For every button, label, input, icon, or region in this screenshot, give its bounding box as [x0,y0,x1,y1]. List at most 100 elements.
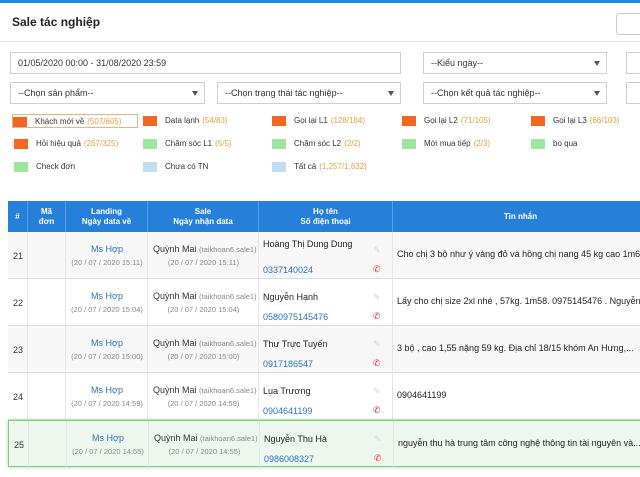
chevron-down-icon [192,91,198,96]
sale-name: Quỳnh Mai [153,385,197,395]
edit-icon[interactable]: ✎ [373,293,382,302]
table-row[interactable]: 23 Ms Hợp (20 / 07 / 2020 15:00) Quỳnh Ma… [8,326,640,373]
corner-button[interactable] [616,13,640,35]
landing-name[interactable]: Ms Hợp [67,433,149,443]
row-order-code [28,279,66,326]
table-row-selected[interactable]: 25 Ms Hợp (20 / 07 / 2020 14:55) Quỳnh Ma… [8,420,640,468]
legend-label: Hỏi hiệu quả [36,139,81,148]
phone-icon[interactable]: ✆ [373,312,382,321]
legend-count: (2/2) [344,139,361,148]
legend-count: (267/325) [83,139,119,148]
legend-swatch [13,117,27,127]
chevron-down-icon [594,61,600,66]
row-message: nguyễn thu hà trung tâm công nghệ thông … [394,421,640,468]
legend-swatch [402,139,416,149]
col-name[interactable]: Họ tên Số điện thoại [259,201,393,232]
col-message-label: Tin nhắn [503,211,538,221]
sale-name: Quỳnh Mai [153,338,197,348]
col-index-label: # [15,211,20,221]
edit-icon[interactable]: ✎ [373,246,382,255]
legend-label: Gọi lại L1 [294,116,328,125]
customer-name: Nguyễn Hạnh [263,292,319,302]
customer-name: Nguyễn Thu Hà [264,434,327,444]
sale-name: Quỳnh Mai [154,433,198,443]
row-landing: Ms Hợp (20 / 07 / 2020 14:55) [67,421,149,468]
row-sale: Quỳnh Mai (taikhoan6.sale1) (20 / 07 / 20… [149,421,260,468]
sale-date: (20 / 07 / 2020 15:00) [167,352,240,361]
legend-swatch [14,162,28,172]
chevron-down-icon [594,91,600,96]
edit-icon[interactable]: ✎ [374,435,383,444]
col-landing[interactable]: Landing Ngày data về [66,201,148,232]
table-row[interactable]: 24 Ms Hợp (20 / 07 / 2020 14:59) Quỳnh Ma… [8,373,640,420]
customer-phone[interactable]: 0904641199 [263,406,312,416]
landing-date: (20 / 07 / 2020 15:00) [71,352,143,361]
legend-swatch [402,116,416,126]
legend-label: Chăm sóc L1 [165,139,213,148]
date-range-input[interactable]: 01/05/2020 00:00 - 31/08/2020 23:59 [10,52,401,74]
status-legend: Khách mới về (507/605) Data lạnh (54/83) G… [0,112,640,182]
product-value: --Chọn sản phẩm-- [18,88,94,98]
customer-phone[interactable]: 0580975145476 [263,312,328,322]
date-type-select[interactable]: --Kiểu ngày-- [423,52,607,74]
col-name-label: Họ tên [313,206,338,216]
legend-label: Tất cả [294,162,317,171]
result-value: --Chọn kết quả tác nghiệp-- [431,88,541,98]
col-sale[interactable]: Sale Ngày nhận data [148,201,259,232]
col-sale-sublabel: Ngày nhận data [173,216,233,226]
sale-date: (20 / 07 / 2020 15:04) [167,305,240,314]
row-sale: Quỳnh Mai (taikhoan6.sale1) (20 / 07 / 20… [148,326,259,373]
legend-swatch [531,139,545,149]
legend-item[interactable]: Khách mới về (507/605) [12,114,138,128]
sale-date: (20 / 07 / 2020 14:59) [167,399,240,408]
row-order-code [28,232,66,279]
col-message[interactable]: Tin nhắn [393,201,640,232]
product-select[interactable]: --Chọn sản phẩm-- [10,82,205,104]
row-customer: Thư Trực Tuyến 0917186547 ✎ ✆ [259,326,393,373]
row-landing: Ms Hợp (20 / 07 / 2020 14:59) [66,373,148,420]
legend-swatch [143,139,157,149]
landing-name[interactable]: Ms Hợp [66,244,148,254]
legend-count: (1,257/1,632) [319,162,367,171]
status-select[interactable]: --Chọn trạng thái tác nghiệp-- [217,82,401,104]
phone-icon[interactable]: ✆ [373,406,382,415]
row-order-code [28,326,66,373]
edit-icon[interactable]: ✎ [373,340,382,349]
message-text: nguyễn thu hà trung tâm công nghệ thông … [398,438,640,448]
col-name-sublabel: Số điện thoại [300,216,351,226]
legend-label: bo qua [553,139,578,148]
sale-name: Quỳnh Mai [153,244,197,254]
customer-phone[interactable]: 0917186547 [263,359,313,369]
extra-select-2[interactable] [626,82,640,104]
legend-swatch [272,162,286,172]
status-value: --Chọn trạng thái tác nghiệp-- [225,88,343,98]
landing-name[interactable]: Ms Hợp [66,291,148,301]
sale-date: (20 / 07 / 2020 15:11) [167,258,240,267]
col-landing-sublabel: Ngày data về [81,216,132,226]
edit-icon[interactable]: ✎ [373,387,382,396]
customer-phone[interactable]: 0337140024 [263,265,313,275]
col-order-code[interactable]: Mã đơn [28,201,66,232]
row-customer: Nguyễn Hạnh 0580975145476 ✎ ✆ [259,279,393,326]
phone-icon[interactable]: ✆ [374,454,383,463]
landing-date: (20 / 07 / 2020 14:59) [71,399,143,408]
legend-swatch [143,116,157,126]
sale-account: (taikhoan6.sale1) [199,292,257,301]
phone-icon[interactable]: ✆ [373,265,382,274]
customer-phone[interactable]: 0986008327 [264,454,314,464]
legend-swatch [272,116,286,126]
table-row[interactable]: 22 Ms Hợp (20 / 07 / 2020 15:04) Quỳnh Ma… [8,279,640,326]
landing-name[interactable]: Ms Hợp [66,338,148,348]
legend-swatch [143,162,157,172]
result-select[interactable]: --Chọn kết quả tác nghiệp-- [423,82,607,104]
row-message: 3 bộ , cao 1,55 nặng 59 kg. Địa chỉ 18/1… [393,326,640,373]
top-bar: Sale tác nghiệp [0,0,640,42]
customer-name: Thư Trực Tuyến [263,339,328,349]
col-sale-label: Sale [194,206,212,216]
landing-name[interactable]: Ms Hợp [66,385,148,395]
extra-select-1[interactable] [626,52,640,74]
legend-label: Chưa có TN [165,162,209,171]
row-customer: Nguyễn Thu Hà 0986008327 ✎ ✆ [260,421,394,468]
table-row[interactable]: 21 Ms Hợp (20 / 07 / 2020 15:11) Quỳnh Ma… [8,232,640,279]
phone-icon[interactable]: ✆ [373,359,382,368]
